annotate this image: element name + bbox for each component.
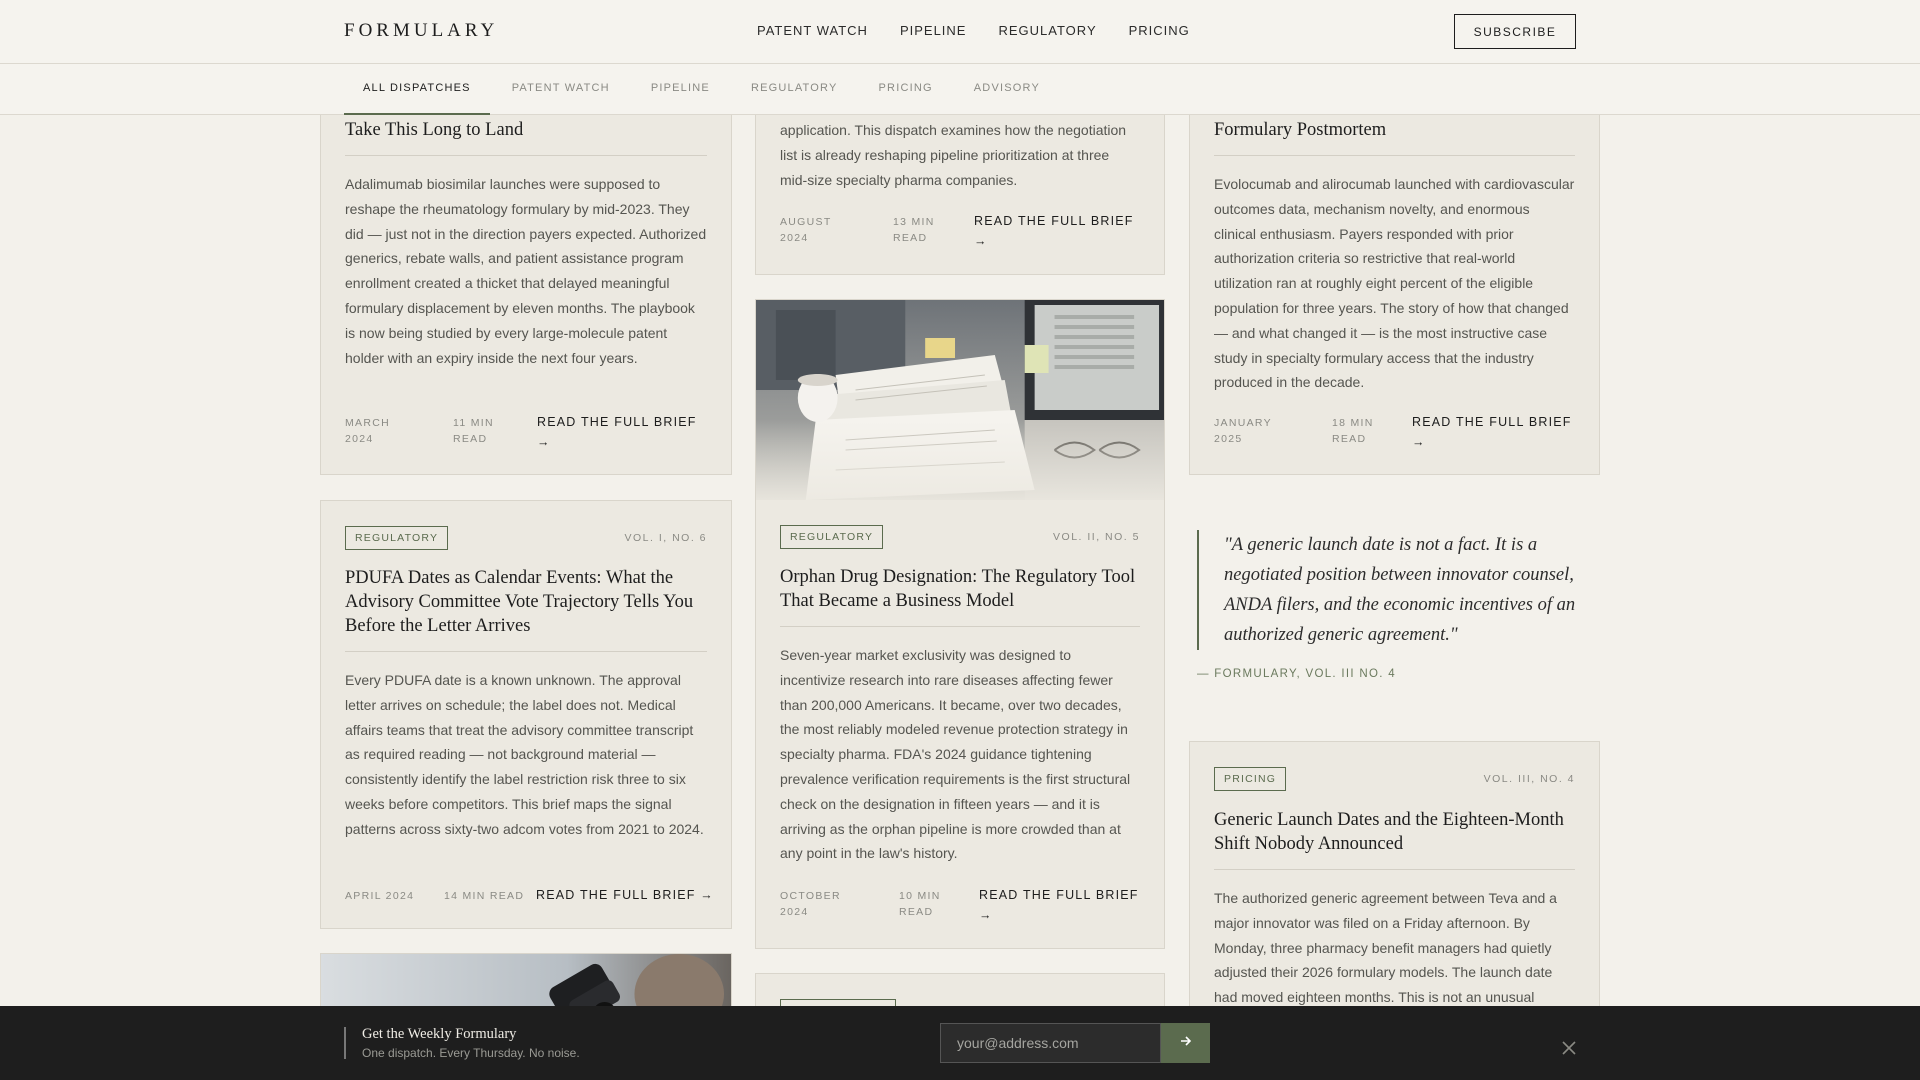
tab-regulatory[interactable]: REGULATORY: [732, 64, 857, 115]
newsletter-banner: Get the Weekly Formulary One dispatch. E…: [0, 1006, 1920, 1080]
category-tag[interactable]: PRICING: [1214, 767, 1287, 791]
nav-patent-watch[interactable]: PATENT WATCH: [757, 23, 868, 38]
read-full-brief-link[interactable]: READ THE FULL BRIEF →: [537, 412, 707, 452]
dispatch-card: REGULATORY VOL. II, NO. 5 Orphan Drug De…: [755, 299, 1165, 949]
arrow-right-icon: [1180, 1035, 1191, 1046]
main-nav: PATENT WATCH PIPELINE REGULATORY PRICING: [757, 23, 1190, 38]
card-headline[interactable]: Formulary Postmortem: [1214, 118, 1575, 142]
dispatch-card: Formulary Postmortem Evolocumab and alir…: [1189, 60, 1600, 475]
volume-label: VOL. I, NO. 6: [624, 532, 707, 544]
tab-advisory[interactable]: ADVISORY: [955, 64, 1059, 115]
tab-all-dispatches[interactable]: ALL DISPATCHES: [344, 64, 490, 115]
tab-pipeline[interactable]: PIPELINE: [632, 64, 729, 115]
card-read-time: 18 MIN READ: [1332, 417, 1374, 445]
subscribe-button[interactable]: SUBSCRIBE: [1454, 14, 1576, 49]
card-read-time: 14 MIN READ: [444, 890, 525, 902]
tab-pricing[interactable]: PRICING: [860, 64, 952, 115]
card-read-time: 10 MIN READ: [899, 890, 941, 918]
card-body: Every PDUFA date is a known unknown. The…: [345, 672, 704, 837]
brand-logo[interactable]: FORMULARY: [344, 20, 498, 42]
close-icon[interactable]: [1560, 1039, 1578, 1057]
top-navigation: FORMULARY PATENT WATCH PIPELINE REGULATO…: [0, 0, 1920, 64]
card-read-time: 11 MIN READ: [453, 417, 494, 445]
card-date: MARCH 2024: [345, 417, 390, 445]
card-body: Seven-year market exclusivity was design…: [780, 647, 1131, 862]
pull-quote: "A generic launch date is not a fact. It…: [1197, 530, 1577, 650]
nav-pricing[interactable]: PRICING: [1129, 23, 1190, 38]
card-headline[interactable]: PDUFA Dates as Calendar Events: What the…: [345, 566, 707, 638]
divider: [1214, 869, 1575, 870]
category-tabs: ALL DISPATCHES PATENT WATCH PIPELINE REG…: [0, 64, 1920, 115]
category-tag[interactable]: REGULATORY: [780, 525, 884, 549]
banner-title: Get the Weekly Formulary: [362, 1026, 517, 1042]
card-headline[interactable]: Generic Launch Dates and the Eighteen-Mo…: [1214, 808, 1575, 856]
card-date: AUGUST 2024: [780, 216, 832, 244]
divider: [345, 651, 707, 652]
nav-regulatory[interactable]: REGULATORY: [998, 23, 1096, 38]
dispatch-card: Take This Long to Land Adalimumab biosim…: [320, 60, 732, 475]
tab-patent-watch[interactable]: PATENT WATCH: [493, 64, 629, 115]
divider: [780, 626, 1140, 627]
card-date: JANUARY 2025: [1214, 417, 1272, 445]
card-body: Adalimumab biosimilar launches were supp…: [345, 176, 707, 366]
divider: [1214, 155, 1575, 156]
card-read-time: 13 MIN READ: [893, 216, 935, 244]
read-full-brief-link[interactable]: READ THE FULL BRIEF →: [1412, 412, 1582, 452]
read-full-brief-link[interactable]: READ THE FULL BRIEF →: [536, 885, 716, 905]
card-date: APRIL 2024: [345, 890, 415, 902]
card-body: The authorized generic agreement between…: [1214, 890, 1557, 1006]
divider: [345, 155, 707, 156]
read-full-brief-link[interactable]: READ THE FULL BRIEF →: [979, 885, 1149, 925]
banner-subtitle: One dispatch. Every Thursday. No noise.: [362, 1046, 580, 1060]
submit-email-button[interactable]: [1161, 1023, 1210, 1063]
read-full-brief-link[interactable]: READ THE FULL BRIEF →: [974, 211, 1144, 251]
card-body: application. This dispatch examines how …: [780, 122, 1127, 188]
card-body: Evolocumab and alirocumab launched with …: [1214, 176, 1575, 391]
nav-pipeline[interactable]: PIPELINE: [900, 23, 967, 38]
desk-paperwork-photo: [756, 300, 1164, 500]
volume-label: VOL. II, NO. 5: [1053, 531, 1140, 543]
card-headline[interactable]: Take This Long to Land: [345, 118, 707, 142]
category-tag[interactable]: REGULATORY: [345, 526, 449, 550]
card-date: OCTOBER 2024: [780, 890, 841, 918]
dispatch-card: PRICING VOL. III, NO. 4 Generic Launch D…: [1189, 741, 1600, 1041]
volume-label: VOL. III, NO. 4: [1483, 773, 1575, 785]
dispatch-card: REGULATORY VOL. I, NO. 6 PDUFA Dates as …: [320, 500, 732, 929]
email-input[interactable]: [940, 1023, 1161, 1063]
divider: [344, 1027, 346, 1059]
pull-quote-source: — FORMULARY, VOL. III NO. 4: [1197, 668, 1396, 680]
card-headline[interactable]: Orphan Drug Designation: The Regulatory …: [780, 565, 1140, 613]
